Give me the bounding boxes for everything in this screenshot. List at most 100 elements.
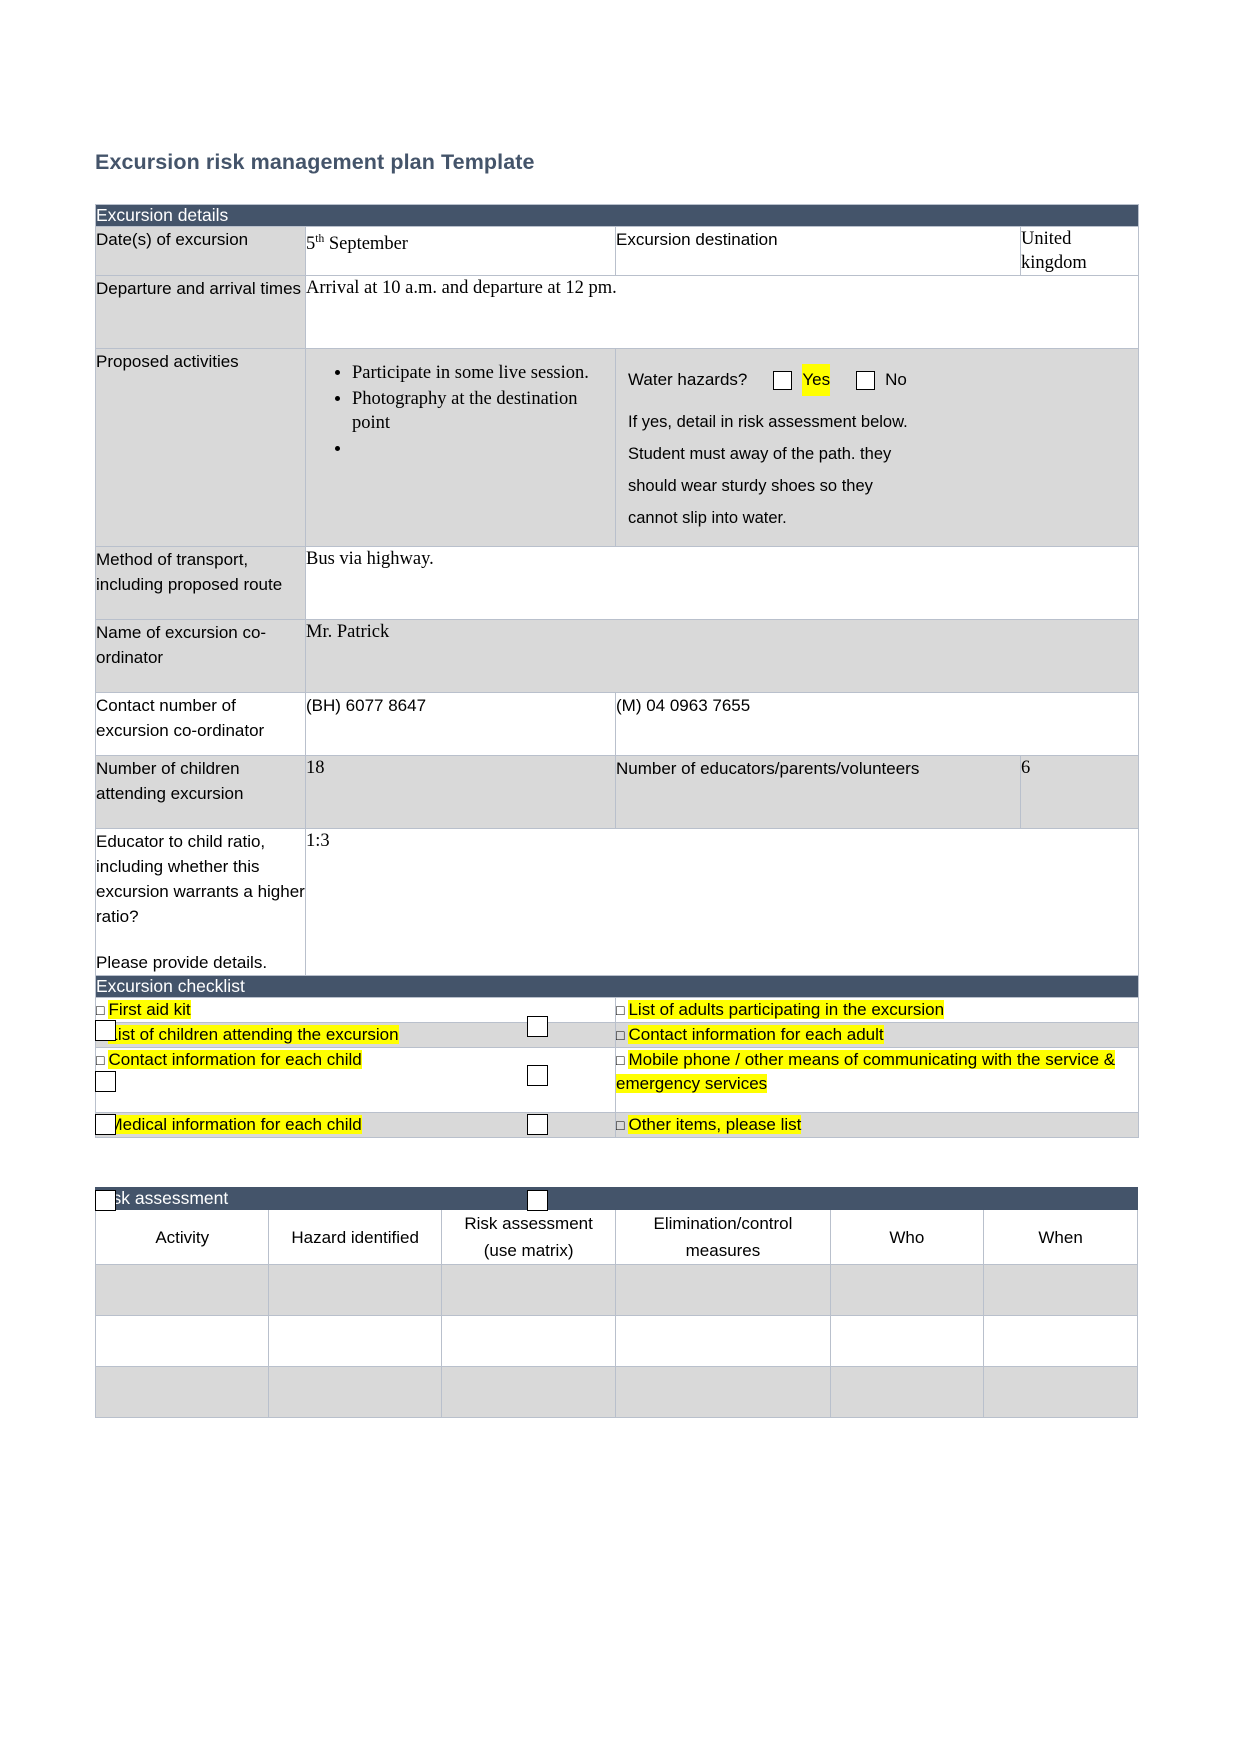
water-yes-checkbox[interactable] (773, 370, 793, 390)
risk-assessment-table: Risk assessment Activity Hazard identifi… (94, 1187, 1138, 1418)
checkbox-glyph-icon: □ (96, 1002, 105, 1018)
cell-when[interactable] (983, 1264, 1138, 1316)
list-item: Photography at the destination point (352, 387, 615, 436)
row-children: Number of children attending excursion 1… (95, 755, 1140, 829)
checklist-item-label: First aid kit (108, 1000, 191, 1019)
column-header-line1: Who (889, 1227, 925, 1247)
checkbox-glyph-icon: □ (616, 1002, 625, 1018)
checklist-item-mobile-phone[interactable]: □ Mobile phone / other means of communica… (614, 1047, 1140, 1113)
stray-checkbox-ratio-left[interactable] (95, 1020, 116, 1041)
cell-who[interactable] (829, 1315, 985, 1367)
cell-control[interactable] (615, 1315, 831, 1367)
cell-who[interactable] (829, 1264, 985, 1316)
checklist-row-1: □ First aid kit □ List of adults participa… (95, 997, 1140, 1023)
checklist-header-row: Excursion checklist (94, 975, 1140, 998)
value-dates: 5th September (305, 226, 616, 276)
cell-hazard[interactable] (268, 1264, 442, 1316)
checklist-row-2: □ List of children attending the excursio… (95, 1022, 1140, 1048)
value-educators-count: 6 (1019, 755, 1140, 829)
checklist-item-label: List of adults participating in the excu… (628, 1000, 945, 1019)
label-educators-count: Number of educators/parents/volunteers (615, 755, 1021, 829)
cell-hazard[interactable] (268, 1366, 442, 1418)
label-children-count: Number of children attending excursion (95, 755, 306, 829)
cell-activity[interactable] (94, 1315, 270, 1367)
column-header-control-measures: Elimination/control measures (615, 1209, 831, 1265)
cell-when[interactable] (983, 1366, 1138, 1418)
checkbox-glyph-icon: □ (616, 1027, 625, 1043)
cell-control[interactable] (615, 1366, 831, 1418)
cell-activity[interactable] (94, 1366, 270, 1418)
stray-checkbox-first-aid[interactable] (95, 1114, 116, 1135)
checklist-row-3: □ Contact information for each child □ Mob… (95, 1047, 1140, 1113)
checklist-item-label: Contact information for each child (108, 1050, 362, 1069)
label-dates: Date(s) of excursion (95, 226, 306, 276)
row-contact: Contact number of excursion co-ordinator… (95, 692, 1140, 756)
column-header-line1: Hazard identified (291, 1227, 419, 1247)
label-contact: Contact number of excursion co-ordinator (95, 692, 306, 756)
list-item (352, 437, 615, 462)
value-contact-mobile: (M) 04 0963 7655 (614, 692, 1140, 756)
checklist-item-other-items[interactable]: □ Other items, please list (614, 1112, 1140, 1138)
column-header-risk-assessment: Risk assessment (use matrix) (440, 1209, 617, 1265)
risk-header-row: Risk assessment (95, 1187, 1138, 1210)
checkbox-glyph-icon: □ (96, 1052, 105, 1068)
value-contact-bh: (BH) 6077 8647 (305, 692, 616, 756)
water-no-checkbox[interactable] (856, 370, 876, 390)
checklist-item-contact-info-adult[interactable]: □ Contact information for each adult (614, 1022, 1140, 1048)
cell-hazard[interactable] (268, 1315, 442, 1367)
checklist-item-list-of-adults[interactable]: □ List of adults participating in the exc… (614, 997, 1140, 1023)
stray-checkbox-checklist-header[interactable] (527, 1065, 548, 1086)
document-page: Excursion risk management plan Template … (0, 0, 1242, 1756)
table-spacer (95, 1138, 1147, 1187)
section-title-risk-assessment: Risk assessment (95, 1187, 1138, 1210)
cell-when[interactable] (983, 1315, 1138, 1367)
water-hazards-label: Water hazards? (628, 370, 748, 389)
label-ratio-line1: Educator to child ratio, including wheth… (96, 832, 305, 926)
label-activities: Proposed activities (95, 348, 306, 547)
column-header-when: When (983, 1209, 1138, 1265)
cell-control[interactable] (615, 1264, 831, 1316)
water-detail-line-2: should wear sturdy shoes so they (628, 477, 873, 495)
value-destination: United kingdom (1019, 226, 1140, 276)
section-title-checklist: Excursion checklist (94, 975, 1140, 998)
value-transport: Bus via highway. (304, 546, 1140, 620)
risk-column-header-row: Activity Hazard identified Risk assessme… (94, 1209, 1138, 1265)
stray-checkbox-checklist-left[interactable] (95, 1071, 116, 1092)
stray-checkbox-contact-adult[interactable] (527, 1190, 548, 1211)
cell-activity[interactable] (94, 1264, 270, 1316)
dates-month: September (324, 234, 408, 255)
water-yes-label: Yes (802, 364, 831, 396)
row-transport: Method of transport, including proposed … (95, 546, 1140, 620)
water-detail-line-1: Student must away of the path. they (628, 445, 892, 463)
cell-who[interactable] (829, 1366, 985, 1418)
dates-ordinal: th (315, 233, 325, 245)
checklist-item-label: List of children attending the excursion (108, 1025, 399, 1044)
water-note: If yes, detail in risk assessment below. (628, 413, 908, 431)
cell-risk[interactable] (440, 1264, 617, 1316)
cell-risk[interactable] (440, 1366, 617, 1418)
water-hazards-cell: Water hazards? Yes No If yes, detail in … (614, 348, 1140, 547)
label-ratio-line2: Please provide details. (96, 953, 268, 972)
value-coordinator: Mr. Patrick (304, 619, 1140, 693)
water-no-label: No (885, 370, 907, 389)
column-header-line1: When (1038, 1227, 1083, 1247)
excursion-details-header-row: Excursion details (94, 204, 1140, 227)
stray-checkbox-ratio-right[interactable] (527, 1016, 548, 1037)
water-detail-line-3: cannot slip into water. (628, 509, 787, 527)
column-header-hazard: Hazard identified (268, 1209, 442, 1265)
table-row (94, 1315, 1138, 1367)
label-ratio: Educator to child ratio, including wheth… (95, 828, 306, 976)
section-title-excursion-details: Excursion details (94, 204, 1140, 227)
checklist-item-label: Mobile phone / other means of communicat… (616, 1050, 1116, 1093)
row-coordinator: Name of excursion co-ordinator Mr. Patri… (95, 619, 1140, 693)
checkbox-glyph-icon: □ (616, 1052, 625, 1068)
stray-checkbox-children-list[interactable] (95, 1190, 116, 1211)
cell-risk[interactable] (440, 1315, 617, 1367)
row-activities: Proposed activities Participate in some … (95, 348, 1140, 547)
checklist-row-4: □ Medical information for each child □Oth… (95, 1112, 1140, 1138)
value-activities: Participate in some live session. Photog… (305, 348, 616, 547)
checkbox-glyph-icon: □ (616, 1117, 625, 1133)
stray-checkbox-adults-list[interactable] (527, 1114, 548, 1135)
label-times: Departure and arrival times (95, 275, 306, 349)
row-dates: Date(s) of excursion 5th September Excur… (95, 226, 1140, 276)
